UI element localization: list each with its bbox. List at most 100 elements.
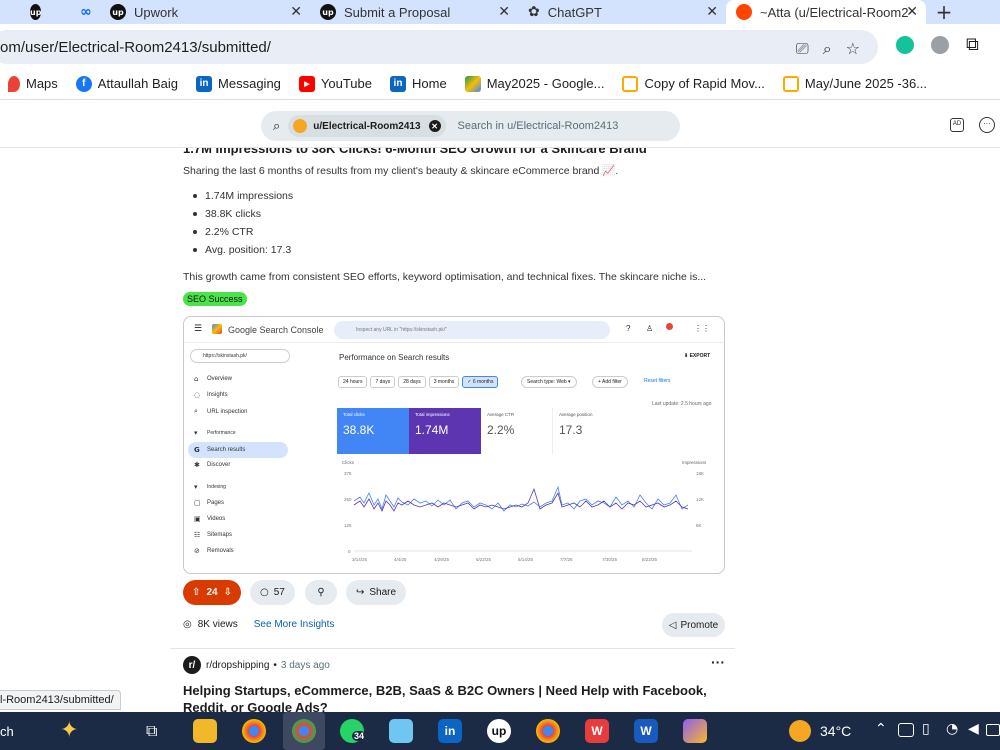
- advertise-icon[interactable]: AD: [950, 118, 964, 132]
- range-chip: 24 hours: [338, 376, 368, 388]
- chrome-icon[interactable]: [242, 719, 266, 743]
- vote-count: 24: [206, 587, 218, 598]
- battery-icon[interactable]: [986, 724, 1000, 736]
- task-view-icon[interactable]: ⧉: [146, 721, 157, 741]
- views-icon: ◎: [183, 619, 192, 630]
- linkedin-icon[interactable]: in: [438, 719, 462, 743]
- chrome-profile-icon[interactable]: [536, 719, 560, 743]
- search-input[interactable]: ⌕ u/Electrical-Room2413 ✕ Search in u/El…: [261, 111, 680, 141]
- weather-icon[interactable]: [789, 720, 811, 742]
- meta-icon: ∞: [80, 4, 92, 20]
- promote-icon: ◁: [668, 619, 677, 631]
- drive-icon: [464, 75, 481, 92]
- file-explorer-icon[interactable]: [193, 719, 217, 743]
- bookmark-youtube[interactable]: ▶ YouTube: [298, 75, 372, 92]
- see-more-insights-link[interactable]: See More Insights: [254, 619, 335, 630]
- upvote-icon[interactable]: ⇧: [192, 587, 200, 598]
- upwork-icon: up: [110, 4, 126, 20]
- zoom-icon[interactable]: ⌕: [823, 39, 832, 59]
- wps-office-icon[interactable]: W: [585, 719, 609, 743]
- address-bar[interactable]: om/user/Electrical-Room2413/submitted/ ⎚…: [0, 30, 878, 64]
- downvote-icon[interactable]: ⇩: [224, 587, 232, 598]
- tick-label: 3/14/25: [352, 557, 368, 562]
- tab-upwork[interactable]: up Upwork ✕: [100, 0, 310, 24]
- chrome-active-icon[interactable]: [283, 712, 325, 750]
- search-scope-chip[interactable]: u/Electrical-Room2413 ✕: [288, 115, 446, 137]
- install-app-icon[interactable]: ⎚: [796, 39, 809, 59]
- post-bullets: 1.74M impressions 38.8K clicks 2.2% CTR …: [193, 189, 293, 261]
- tab-chatgpt[interactable]: ✿ ChatGPT ✕: [518, 0, 726, 24]
- chatgpt-icon: ✿: [528, 4, 540, 20]
- bookmark-may2025[interactable]: May2025 - Google...: [464, 75, 604, 92]
- temperature[interactable]: 34°C: [820, 723, 851, 739]
- post-insights: ◎ 8K views See More Insights: [183, 619, 334, 630]
- help-icon: ?: [626, 324, 631, 333]
- windows-taskbar: ch ✦ ⧉ 34 in up W W 34°C ⌃ ▯ ◔ ◀: [0, 712, 1000, 750]
- new-tab-button[interactable]: +: [926, 0, 962, 24]
- reddit-extension-icon[interactable]: [931, 36, 949, 54]
- tab-upwork-pinned[interactable]: up: [0, 0, 50, 24]
- list-item: 2.2% CTR: [193, 225, 293, 243]
- tab-label: ~Atta (u/Electrical-Room2: [760, 4, 909, 20]
- subreddit-avatar[interactable]: r/: [183, 656, 201, 674]
- chat-icon[interactable]: ···: [979, 117, 995, 133]
- meta-separator: •: [273, 659, 277, 671]
- taskbar-search-label[interactable]: ch: [0, 724, 14, 739]
- upwork-icon: up: [30, 4, 42, 20]
- close-icon[interactable]: ✕: [906, 4, 918, 20]
- bookmark-home[interactable]: in Home: [390, 75, 447, 92]
- phone-link-icon[interactable]: ▯: [922, 721, 930, 737]
- chevron-up-icon[interactable]: ⌃: [875, 721, 887, 737]
- copilot-sparkle-icon[interactable]: ✦: [60, 718, 78, 743]
- post-meta: r/ r/dropshipping • 3 days ago: [183, 656, 330, 674]
- bookmark-copy-rapid[interactable]: Copy of Rapid Mov...: [622, 75, 765, 92]
- bookmark-messaging[interactable]: in Messaging: [196, 75, 281, 92]
- bookmark-star-icon[interactable]: ☆: [846, 39, 860, 59]
- linkedin-icon: in: [390, 75, 406, 92]
- bookmark-maps[interactable]: Maps: [8, 75, 58, 92]
- word-icon[interactable]: W: [634, 719, 658, 743]
- gsc-nav-sitemaps: ☷ Sitemaps: [194, 531, 233, 539]
- date-range-tabs: 24 hours 7 days 28 days 3 months ✓ 6 mon…: [338, 376, 499, 388]
- upwork-icon[interactable]: up: [487, 719, 511, 743]
- tab-submit-proposal[interactable]: up Submit a Proposal ✕: [310, 0, 518, 24]
- gsc-logo-icon: [212, 324, 222, 334]
- folder-icon: [782, 75, 799, 92]
- post-title[interactable]: Helping Startups, eCommerce, B2B, SaaS &…: [183, 682, 743, 716]
- close-icon[interactable]: ✕: [706, 4, 718, 20]
- list-item: 1.74M impressions: [193, 189, 293, 207]
- notes-app-icon[interactable]: [389, 719, 413, 743]
- award-button[interactable]: ⚲: [305, 580, 337, 605]
- promote-button[interactable]: ◁ Promote: [662, 613, 725, 637]
- subreddit-link[interactable]: r/dropshipping: [206, 660, 269, 671]
- close-icon[interactable]: ✕: [290, 4, 302, 20]
- post-flair[interactable]: SEO Success: [183, 292, 247, 306]
- onedrive-icon[interactable]: [898, 723, 914, 737]
- tick-label: 5/22/25: [476, 557, 492, 562]
- clear-chip-icon[interactable]: ✕: [428, 120, 441, 132]
- post-body: This growth came from consistent SEO eff…: [183, 271, 707, 283]
- whatsapp-icon[interactable]: 34: [340, 719, 367, 743]
- post-image[interactable]: ☰ Google Search Console Inspect any URL …: [183, 316, 725, 574]
- comments-button[interactable]: ○ 57: [250, 580, 295, 605]
- tick-label: 4/29/25: [434, 557, 450, 562]
- tab-meta-pinned[interactable]: ∞: [50, 0, 100, 24]
- tab-label: Upwork: [134, 4, 179, 20]
- gsc-nav-insights: ◌ Insights: [194, 391, 228, 399]
- reset-filters: Reset filters: [644, 378, 671, 384]
- extensions-puzzle-icon[interactable]: ⧉: [966, 34, 979, 55]
- more-options-icon[interactable]: ···: [711, 654, 725, 670]
- speaker-icon[interactable]: ◀: [968, 721, 979, 737]
- range-chip: 28 days: [398, 376, 426, 388]
- canva-affinity-icon[interactable]: [683, 719, 707, 743]
- bookmark-attaullah-baig[interactable]: f Attaullah Baig: [75, 75, 178, 92]
- tick-label: 18K: [696, 471, 704, 476]
- tab-reddit-active[interactable]: ~Atta (u/Electrical-Room2 ✕: [726, 0, 926, 24]
- grammarly-extension-icon[interactable]: [896, 36, 914, 54]
- share-button[interactable]: ↪ Share: [346, 580, 407, 605]
- wifi-icon[interactable]: ◔: [946, 721, 958, 737]
- close-icon[interactable]: ✕: [498, 4, 510, 20]
- views-count: 8K views: [197, 619, 238, 630]
- bookmark-may-june[interactable]: May/June 2025 -36...: [782, 75, 927, 92]
- tick-label: 4/4/25: [394, 557, 407, 562]
